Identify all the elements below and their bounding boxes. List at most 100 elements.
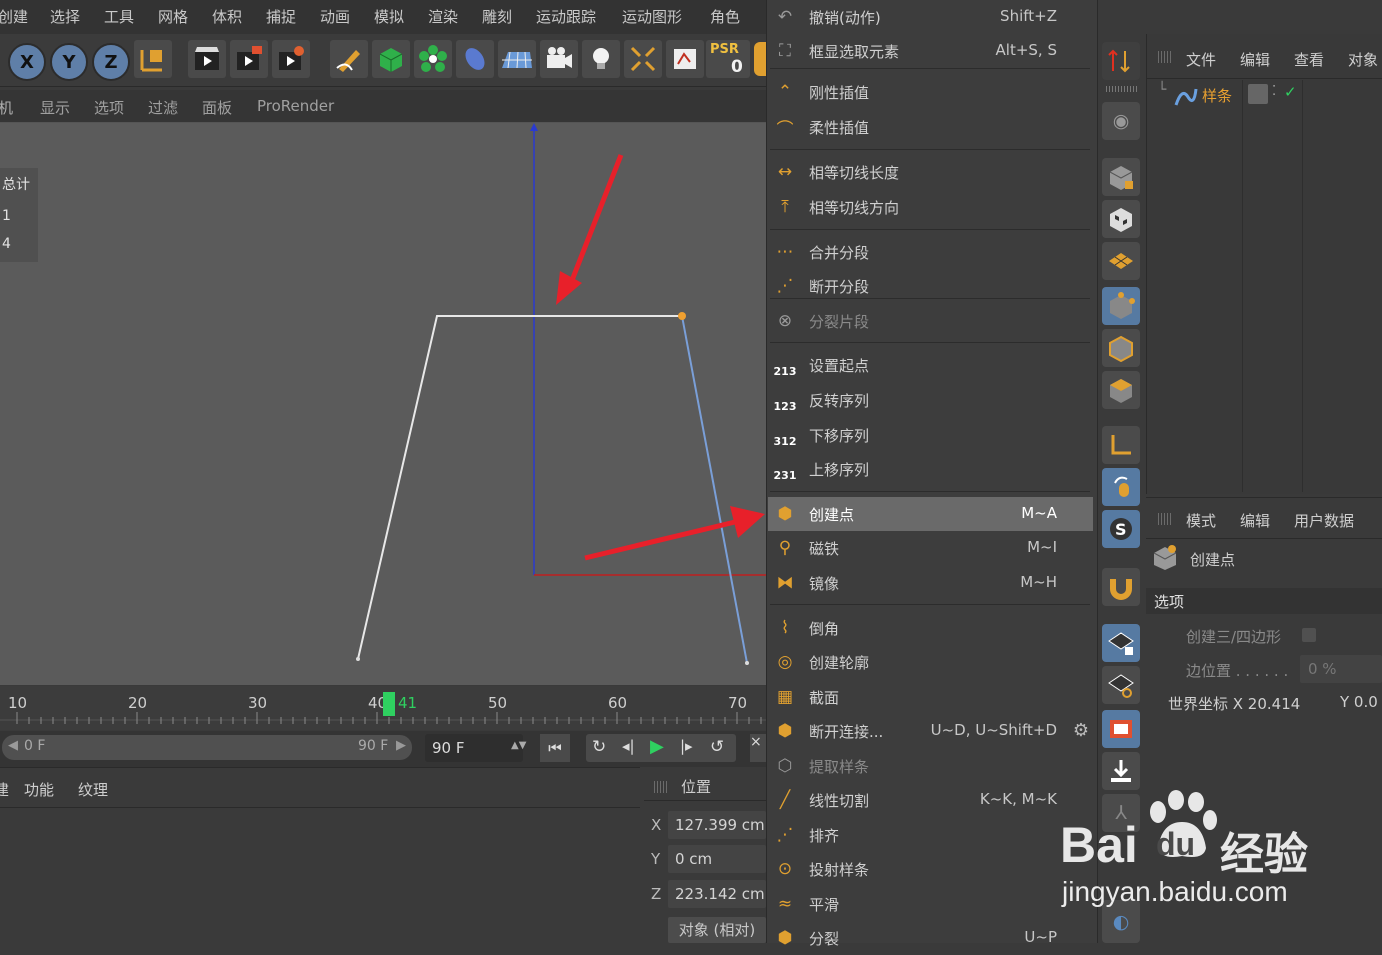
menu-item-move-up-sequence[interactable]: 231 上移序列 [768,452,1093,486]
loop-back-icon[interactable]: ↻ [592,737,606,757]
material-tab-create[interactable]: 建 [0,779,9,800]
polygons-mode-icon[interactable] [1102,371,1140,409]
points-mode-icon[interactable] [1102,287,1140,325]
axis-z-button[interactable]: Z [92,43,130,81]
render-view-icon[interactable] [188,40,226,78]
material-tab-texture[interactable]: 纹理 [78,779,108,800]
cube-icon[interactable] [372,40,410,78]
attr-menu-edit[interactable]: 编辑 [1240,510,1270,531]
range-slider[interactable]: ◀ 0 F 90 F ▶ [2,735,412,760]
menu-mesh[interactable]: 网格 [158,6,188,27]
grid-workplane-icon[interactable] [1102,666,1140,704]
go-start-icon[interactable]: ⏮ [540,734,570,762]
menu-simulate[interactable]: 模拟 [374,6,404,27]
menu-motion-tracker[interactable]: 运动跟踪 [536,6,596,27]
viewport-canvas[interactable] [0,123,766,685]
menu-render[interactable]: 渲染 [428,6,458,27]
coord-x-field[interactable]: 127.399 cm [668,811,766,839]
menu-item-split[interactable]: ⬢ 分裂 U~P [768,921,1093,955]
menu-item-hard-interpolation[interactable]: ⌃ 刚性插值 [768,75,1093,109]
menu-animate[interactable]: 动画 [320,6,350,27]
solo-mode-icon[interactable]: S [1102,510,1140,548]
menu-item-smooth[interactable]: ≈ 平滑 [768,887,1093,921]
menu-snap[interactable]: 捕捉 [266,6,296,27]
menu-item-break-segment[interactable]: ⋰ 断开分段 [768,269,1093,303]
import-icon[interactable] [1102,752,1140,790]
attr-section-options[interactable]: 选项 [1154,591,1184,612]
gear-icon[interactable]: ⚙ [1073,720,1089,741]
menu-tools[interactable]: 工具 [104,6,134,27]
floor-icon[interactable] [498,40,536,78]
pen-icon[interactable] [330,40,368,78]
extra-tool-icon[interactable] [754,42,766,76]
menu-item-mirror[interactable]: ⧓ 镜像 M~H [768,566,1093,600]
menu-volume[interactable]: 体积 [212,6,242,27]
viewport-menu-panel[interactable]: 面板 [202,97,232,118]
menu-item-extract-spline[interactable]: ⬡ 提取样条 [768,749,1093,783]
viewport-menu-options[interactable]: 选项 [94,97,124,118]
menu-item-reverse-sequence[interactable]: 123 反转序列 [768,383,1093,417]
menu-sculpt[interactable]: 雕刻 [482,6,512,27]
psr-indicator[interactable]: PSR 0 [706,40,750,78]
viewport-menu-camera[interactable]: 机 [0,97,13,118]
menu-create[interactable]: 创建 [0,6,28,27]
menu-select[interactable]: 选择 [50,6,80,27]
loop-icon[interactable]: ↺ [710,737,724,757]
transfer-icon[interactable] [1102,42,1140,80]
snap-magnet-icon[interactable] [1102,568,1140,606]
objmgr-menu-edit[interactable]: 编辑 [1240,49,1270,70]
menu-character[interactable]: 角色 [710,6,740,27]
render-picture-icon[interactable] [230,40,268,78]
axis-x-button[interactable]: X [8,43,46,81]
camera-icon[interactable] [540,40,578,78]
menu-item-soft-interpolation[interactable]: ⌒ 柔性插值 [768,110,1093,144]
menu-item-arrange[interactable]: ⋰ 排齐 [768,818,1093,852]
objmgr-menu-file[interactable]: 文件 [1186,49,1216,70]
deformer-icon[interactable] [456,40,494,78]
coord-mode-dropdown[interactable]: 对象 (相对) [668,917,766,943]
menu-item-line-cut[interactable]: ╱ 线性切割 K~K, M~K [768,783,1093,817]
viewport-menu-filter[interactable]: 过滤 [148,97,178,118]
visibility-dots-icon[interactable]: ⁚ [1272,84,1276,99]
cloner-icon[interactable] [414,40,452,78]
coord-y-field[interactable]: 0 cm [668,845,766,873]
move-icon[interactable] [624,40,662,78]
attr-menu-userdata[interactable]: 用户数据 [1294,510,1354,531]
menu-item-create-point[interactable]: ⬢ 创建点 M~A [768,497,1093,531]
viewport-solo-icon[interactable] [1102,710,1140,748]
editor-icon[interactable] [666,40,704,78]
workplane-mode-icon[interactable] [1102,242,1140,280]
menu-item-frame-selected[interactable]: ⛶ 框显选取元素 Alt+S, S [768,34,1093,68]
menu-item-join-segment[interactable]: ⋯ 合并分段 [768,235,1093,269]
attr-opt-edge-field[interactable]: 0 % [1300,655,1382,683]
viewport-menu-display[interactable]: 显示 [40,97,70,118]
more-transport-icon[interactable]: × [750,734,766,762]
material-tab-function[interactable]: 功能 [24,779,54,800]
menu-item-project-spline[interactable]: ⊙ 投射样条 [768,852,1093,886]
menu-item-create-outline[interactable]: ◎ 创建轮廓 [768,645,1093,679]
world-coord-icon[interactable] [134,40,172,78]
play-icon[interactable]: ▶ [650,736,664,757]
menu-item-disconnect[interactable]: ⬢ 断开连接... U~D, U~Shift+D ⚙ [768,714,1093,748]
objmgr-menu-view[interactable]: 查看 [1294,49,1324,70]
prev-key-icon[interactable]: ◂| [622,737,635,755]
menu-item-explode-segments[interactable]: ⊗ 分裂片段 [768,304,1093,338]
menu-item-equal-tangent-length[interactable]: ↔ 相等切线长度 [768,155,1093,189]
sphere-mode-icon[interactable]: ◉ [1102,102,1140,140]
timeline-playhead[interactable] [383,692,395,716]
axis-mode-icon[interactable] [1102,426,1140,464]
menu-item-move-down-sequence[interactable]: 312 下移序列 [768,418,1093,452]
end-frame-field[interactable]: 90 F ▲▼ [425,734,526,762]
menu-item-set-first-point[interactable]: 213 设置起点 [768,348,1093,382]
edges-mode-icon[interactable] [1102,329,1140,367]
render-settings-icon[interactable] [272,40,310,78]
menu-item-undo[interactable]: ↶ 撤销(动作) Shift+Z [768,0,1093,34]
texture-mode-icon[interactable] [1102,200,1140,238]
axis-y-button[interactable]: Y [50,43,88,81]
layer-icon[interactable] [1248,84,1268,104]
menu-item-magnet[interactable]: ⚲ 磁铁 M~I [768,531,1093,565]
light-icon[interactable] [582,40,620,78]
lock-workplane-icon[interactable] [1102,624,1140,662]
object-row-spline[interactable]: └ 样条 ⁚ ✓ [1150,82,1380,110]
viewport-menu-prorender[interactable]: ProRender [257,97,334,115]
